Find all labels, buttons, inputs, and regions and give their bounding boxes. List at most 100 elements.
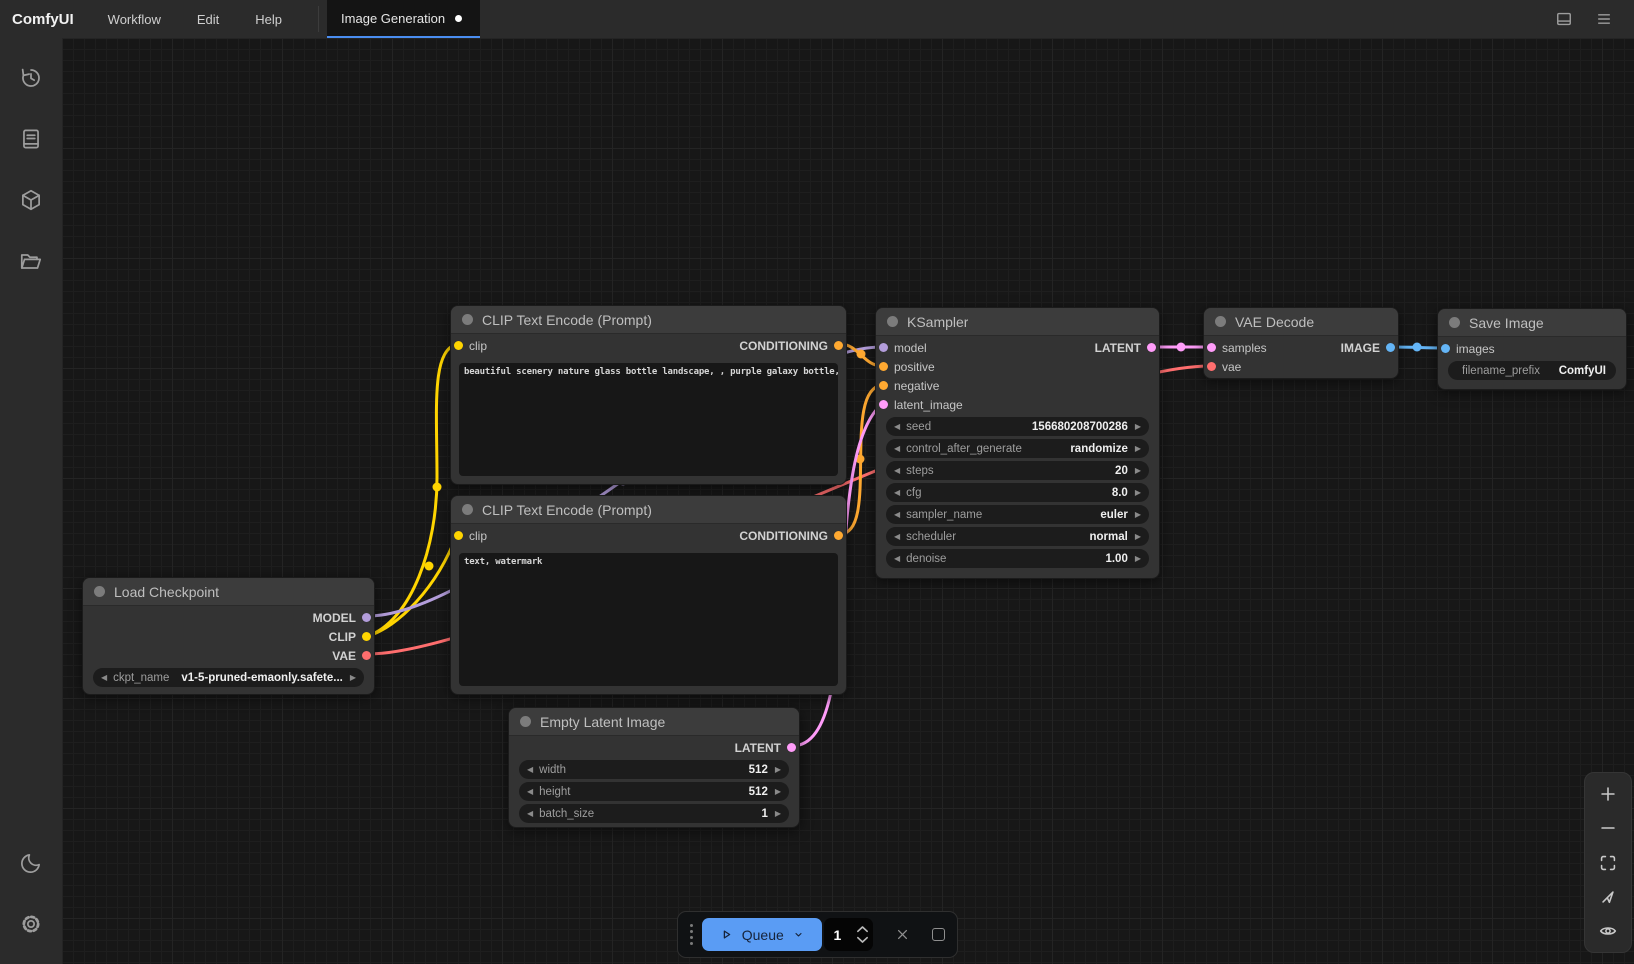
increment-arrow-icon[interactable]: ▶ [1135,423,1141,431]
model-library-button[interactable] [11,180,51,220]
output-slot-LATENT[interactable]: LATENT [1095,338,1159,357]
decrement-arrow-icon[interactable]: ◀ [527,810,533,818]
main-menu-button[interactable] [1588,4,1620,34]
node-empty-latent-image[interactable]: Empty Latent Image LATENT ◀width512▶ ◀heigh… [508,707,800,828]
node-header[interactable]: VAE Decode [1204,308,1398,336]
input-slot-latent_image[interactable]: latent_image [876,395,963,414]
widget-batch_size[interactable]: ◀batch_size1▶ [519,804,789,823]
widget-width[interactable]: ◀width512▶ [519,760,789,779]
bottom-panel-toggle-button[interactable] [1548,4,1580,34]
output-dot-MODEL[interactable] [362,613,371,622]
clear-queue-button[interactable] [894,926,911,943]
input-slot-negative[interactable]: negative [876,376,939,395]
output-slot-CLIP[interactable]: CLIP [329,627,374,646]
increment-arrow-icon[interactable]: ▶ [1135,467,1141,475]
widget-steps[interactable]: ◀steps20▶ [886,461,1149,480]
input-dot-positive[interactable] [879,362,888,371]
increment-arrow-icon[interactable]: ▶ [1135,489,1141,497]
node-clip-text-encode-negative[interactable]: CLIP Text Encode (Prompt)clipCONDITIONIN… [450,495,847,695]
output-slot-CONDITIONING[interactable]: CONDITIONING [739,336,846,355]
increment-arrow-icon[interactable]: ▶ [1135,511,1141,519]
theme-toggle-button[interactable] [11,843,51,883]
widget-scheduler[interactable]: ◀schedulernormal▶ [886,527,1149,546]
input-slot-clip[interactable]: clip [451,526,487,545]
widget-filename_prefix[interactable]: filename_prefixComfyUI [1448,361,1616,380]
node-header[interactable]: CLIP Text Encode (Prompt) [451,306,846,334]
queue-history-button[interactable] [11,58,51,98]
decrement-arrow-icon[interactable]: ◀ [527,766,533,774]
increment-arrow-icon[interactable]: ▶ [775,788,781,796]
select-mode-button[interactable] [1596,885,1620,909]
output-slot-IMAGE[interactable]: IMAGE [1341,338,1398,357]
output-dot-IMAGE[interactable] [1386,343,1395,352]
decrement-arrow-icon[interactable]: ◀ [894,511,900,519]
menu-edit[interactable]: Edit [179,0,237,38]
widget-sampler_name[interactable]: ◀sampler_nameeuler▶ [886,505,1149,524]
input-dot-latent_image[interactable] [879,400,888,409]
drag-handle[interactable] [684,924,699,945]
collapse-dot-icon[interactable] [462,504,473,515]
interrupt-button[interactable] [932,928,945,941]
output-dot-LATENT[interactable] [1147,343,1156,352]
decrement-arrow-icon[interactable]: ◀ [101,674,107,682]
increment-arrow-icon[interactable]: ▶ [1135,445,1141,453]
collapse-dot-icon[interactable] [887,316,898,327]
node-library-button[interactable] [11,119,51,159]
node-load-checkpoint[interactable]: Load Checkpoint MODELCLIPVAE ◀ckpt_namev1-… [82,577,375,695]
input-dot-samples[interactable] [1207,343,1216,352]
output-dot-CLIP[interactable] [362,632,371,641]
decrement-arrow-icon[interactable]: ◀ [527,788,533,796]
output-slot-CONDITIONING[interactable]: CONDITIONING [739,526,846,545]
node-header[interactable]: Save Image [1438,309,1626,337]
output-dot-CONDITIONING[interactable] [834,341,843,350]
output-dot-VAE[interactable] [362,651,371,660]
increment-arrow-icon[interactable]: ▶ [350,674,356,682]
collapse-dot-icon[interactable] [1449,317,1460,328]
decrement-arrow-icon[interactable]: ◀ [894,533,900,541]
input-dot-negative[interactable] [879,381,888,390]
collapse-dot-icon[interactable] [94,586,105,597]
step-up-icon[interactable] [856,925,869,933]
input-slot-positive[interactable]: positive [876,357,935,376]
widget-ckpt_name[interactable]: ◀ckpt_namev1-5-pruned-emaonly.safete...▶ [93,668,364,687]
widget-cfg[interactable]: ◀cfg8.0▶ [886,483,1149,502]
step-down-icon[interactable] [856,936,869,944]
node-header[interactable]: KSampler [876,308,1159,336]
menu-workflow[interactable]: Workflow [90,0,179,38]
input-dot-images[interactable] [1441,344,1450,353]
input-slot-samples[interactable]: samples [1204,338,1267,357]
widget-seed[interactable]: ◀seed156680208700286▶ [886,417,1149,436]
widget-denoise[interactable]: ◀denoise1.00▶ [886,549,1149,568]
decrement-arrow-icon[interactable]: ◀ [894,467,900,475]
output-slot-LATENT[interactable]: LATENT [735,738,799,757]
increment-arrow-icon[interactable]: ▶ [1135,533,1141,541]
fit-view-button[interactable] [1596,851,1620,875]
increment-arrow-icon[interactable]: ▶ [775,810,781,818]
output-dot-LATENT[interactable] [787,743,796,752]
zoom-out-button[interactable] [1596,816,1620,840]
prompt-textarea[interactable]: beautiful scenery nature glass bottle la… [459,363,838,476]
settings-button[interactable] [11,904,51,944]
increment-arrow-icon[interactable]: ▶ [775,766,781,774]
decrement-arrow-icon[interactable]: ◀ [894,423,900,431]
output-slot-MODEL[interactable]: MODEL [313,608,374,627]
node-clip-text-encode-positive[interactable]: CLIP Text Encode (Prompt)clipCONDITIONIN… [450,305,847,485]
decrement-arrow-icon[interactable]: ◀ [894,555,900,563]
output-slot-VAE[interactable]: VAE [332,646,374,665]
toggle-link-visibility-button[interactable] [1596,919,1620,943]
input-dot-clip[interactable] [454,341,463,350]
node-ksampler[interactable]: KSampler model LATENT positivenegativelaten… [875,307,1160,579]
node-graph-canvas[interactable] [62,38,1634,964]
prompt-textarea[interactable]: text, watermark [459,553,838,686]
node-header[interactable]: Load Checkpoint [83,578,374,606]
node-header[interactable]: Empty Latent Image [509,708,799,736]
input-slot-model[interactable]: model [876,338,927,357]
collapse-dot-icon[interactable] [520,716,531,727]
widget-height[interactable]: ◀height512▶ [519,782,789,801]
widget-control_after_generate[interactable]: ◀control_after_generaterandomize▶ [886,439,1149,458]
collapse-dot-icon[interactable] [462,314,473,325]
queue-button[interactable]: Queue [702,918,822,951]
menu-help[interactable]: Help [237,0,300,38]
input-slot-images[interactable]: images [1438,339,1495,358]
workflow-tab[interactable]: Image Generation [327,0,480,38]
